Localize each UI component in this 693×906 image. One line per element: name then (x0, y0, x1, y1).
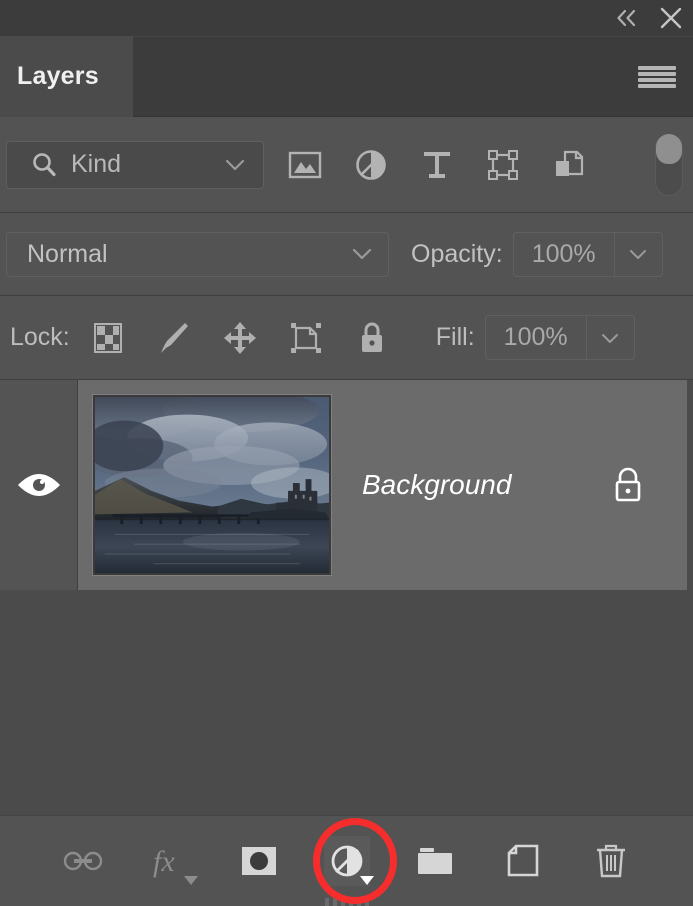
layer-mask-icon (241, 847, 276, 875)
fill-label: Fill: (435, 323, 475, 351)
layer-list[interactable]: Background (0, 379, 693, 815)
fill-dropdown-button[interactable] (585, 316, 634, 359)
adjustment-circle-icon (331, 845, 362, 877)
panel-tabstrip: Layers (0, 36, 693, 117)
filter-toggle-switch[interactable] (655, 133, 683, 196)
lock-buttons (86, 316, 394, 360)
lock-artboard-nesting-button[interactable] (284, 316, 328, 360)
double-chevron-left-icon (617, 9, 636, 27)
tab-layers[interactable]: Layers (0, 36, 133, 117)
trash-icon (596, 844, 625, 878)
type-t-icon (424, 151, 450, 178)
add-layer-mask-button[interactable] (236, 836, 282, 886)
opacity-dropdown-button[interactable] (613, 232, 662, 276)
filter-adjustment-layers[interactable] (350, 144, 392, 186)
delete-layer-button[interactable] (588, 836, 634, 886)
tabstrip-empty-area (133, 36, 693, 117)
layers-bottom-toolbar: fx (0, 815, 693, 906)
new-layer-button[interactable] (500, 836, 546, 886)
fill-field[interactable]: 100% (484, 315, 635, 360)
link-layers-button[interactable] (60, 836, 106, 886)
chevron-down-icon (183, 876, 198, 885)
layer-visibility-toggle[interactable] (0, 379, 78, 590)
filter-type-layers[interactable] (416, 144, 458, 186)
lock-transparent-pixels-button[interactable] (86, 316, 130, 360)
new-adjustment-layer-button[interactable] (323, 836, 374, 886)
blend-mode-select[interactable]: Normal (6, 231, 389, 277)
layer-thumbnail[interactable] (92, 393, 332, 576)
lock-image-pixels-button[interactable] (152, 316, 196, 360)
padlock-icon (615, 467, 641, 501)
lock-label: Lock: (10, 323, 70, 351)
fx-icon: fx (153, 845, 175, 878)
filter-pixel-layers[interactable] (284, 144, 326, 186)
layers-panel: Layers Kind Normal Opacity: 100% Lock: F… (0, 0, 693, 906)
fill-value[interactable]: 100% (486, 316, 586, 359)
lock-row: Lock: Fill: 100% (0, 296, 693, 380)
artboard-icon (290, 322, 321, 353)
search-icon (29, 150, 59, 180)
bottom-toolbar-buttons: fx (60, 836, 634, 886)
eye-icon (16, 470, 62, 500)
filter-toggle-knob (656, 133, 682, 164)
layer-lock-indicator[interactable] (609, 464, 647, 506)
panel-titlebar (0, 0, 693, 36)
close-panel-button[interactable] (649, 0, 693, 36)
blend-mode-row: Normal Opacity: 100% (0, 213, 693, 296)
tab-layers-label: Layers (17, 62, 99, 90)
image-icon (288, 151, 322, 178)
lock-position-button[interactable] (218, 316, 262, 360)
blend-mode-value: Normal (27, 239, 108, 268)
opacity-label: Opacity: (411, 239, 503, 268)
hamburger-menu-icon (638, 65, 676, 70)
new-group-button[interactable] (412, 836, 458, 886)
close-icon (660, 7, 682, 29)
layer-styles-button[interactable]: fx (148, 836, 198, 886)
padlock-icon (361, 322, 382, 352)
collapse-panel-button[interactable] (605, 0, 649, 36)
folder-icon (417, 848, 452, 874)
layer-filter-row: Kind (0, 117, 693, 213)
svg-text:fx: fx (153, 845, 175, 878)
filter-kind-select[interactable]: Kind (6, 140, 264, 189)
table-row[interactable]: Background (0, 379, 693, 590)
chevron-down-icon (350, 246, 374, 262)
layer-row-body[interactable]: Background (78, 379, 693, 590)
lock-all-button[interactable] (350, 316, 394, 360)
layer-name[interactable]: Background (362, 469, 511, 501)
opacity-value[interactable]: 100% (514, 233, 614, 276)
filter-shape-layers[interactable] (482, 144, 524, 186)
panel-resize-grip[interactable] (317, 898, 377, 906)
filter-kind-value: Kind (71, 150, 122, 178)
checkerboard-icon (93, 322, 122, 353)
filter-smart-objects[interactable] (548, 144, 590, 186)
chevron-down-icon (602, 333, 619, 343)
panel-menu-button[interactable] (638, 64, 676, 90)
chevron-down-icon (223, 157, 247, 173)
filter-type-buttons (284, 144, 590, 186)
chevron-down-icon (630, 250, 647, 259)
brush-icon (160, 322, 188, 353)
adjustment-circle-icon (356, 149, 386, 180)
smart-object-icon (556, 150, 584, 176)
layer-thumbnail-image (95, 396, 329, 573)
new-layer-page-icon (507, 844, 538, 877)
opacity-field[interactable]: 100% (512, 231, 663, 277)
chevron-down-icon (359, 876, 374, 885)
shape-bounds-icon (488, 149, 518, 180)
link-chain-icon (63, 851, 102, 871)
move-arrows-icon (223, 321, 256, 354)
